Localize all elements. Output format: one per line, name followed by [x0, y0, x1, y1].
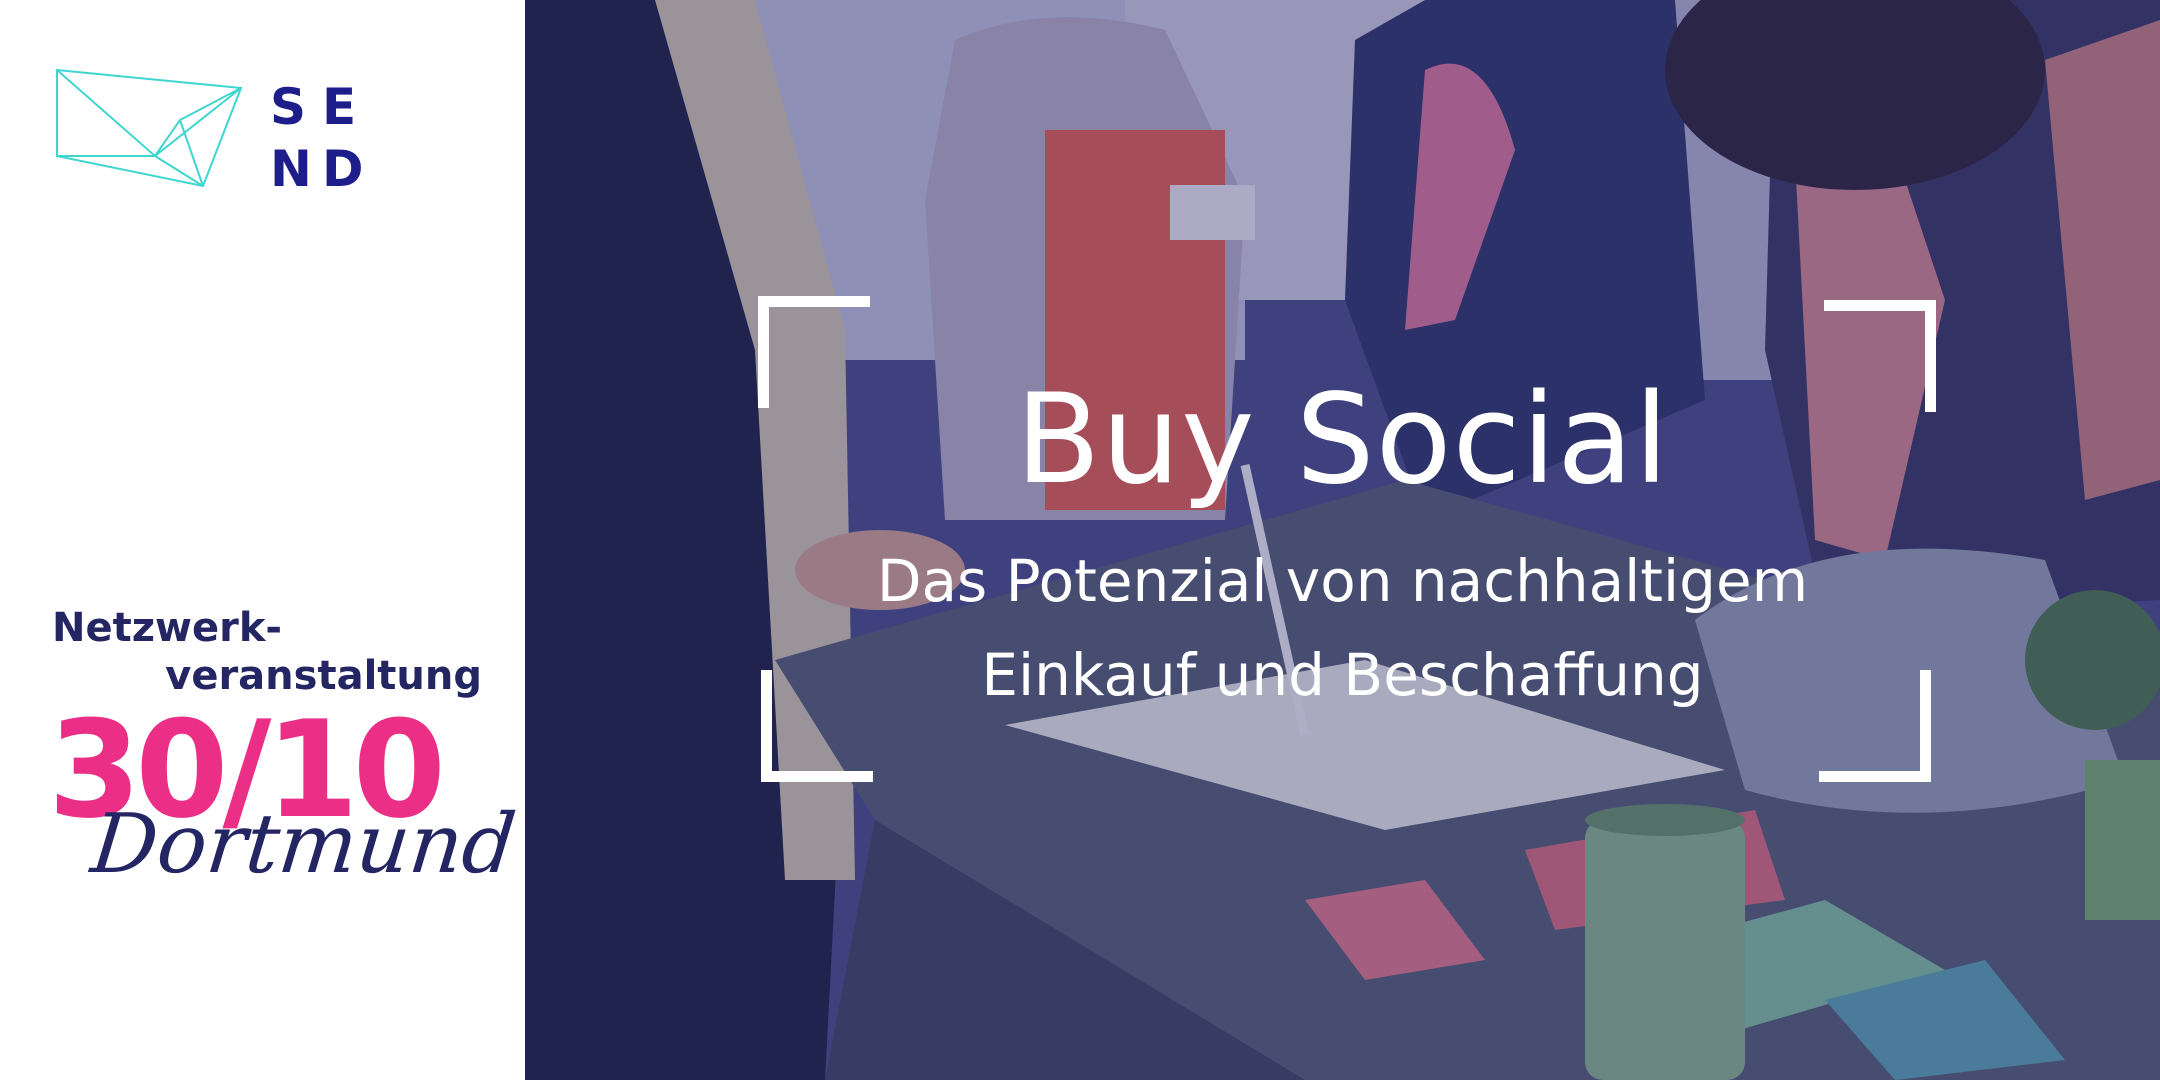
- hero-subtitle-line1: Das Potenzial von nachhaltigem: [876, 547, 1809, 615]
- event-city: Dortmund: [87, 797, 521, 892]
- hero-subtitle: Das Potenzial von nachhaltigem Einkauf u…: [525, 534, 2160, 722]
- send-logo-icon: [56, 68, 243, 188]
- event-type-line1: Netzwerk-: [52, 605, 283, 651]
- wordmark-letter: E: [322, 78, 357, 136]
- wordmark-letter: S: [270, 78, 307, 136]
- send-wordmark: S E N D: [270, 76, 374, 200]
- wordmark-letter: D: [322, 140, 364, 198]
- send-logo[interactable]: S E N D: [55, 68, 375, 198]
- event-type: Netzwerk- veranstaltung: [52, 604, 482, 700]
- hero-title: Buy Social: [1015, 368, 1670, 512]
- hero-subtitle-line2: Einkauf und Beschaffung: [981, 641, 1704, 709]
- hero-photo-panel: Buy Social Das Potenzial von nachhaltige…: [525, 0, 2160, 1080]
- wordmark-letter: N: [270, 140, 312, 198]
- sidebar-panel: S E N D Netzwerk- veranstaltung 30/10 Do…: [0, 0, 525, 1080]
